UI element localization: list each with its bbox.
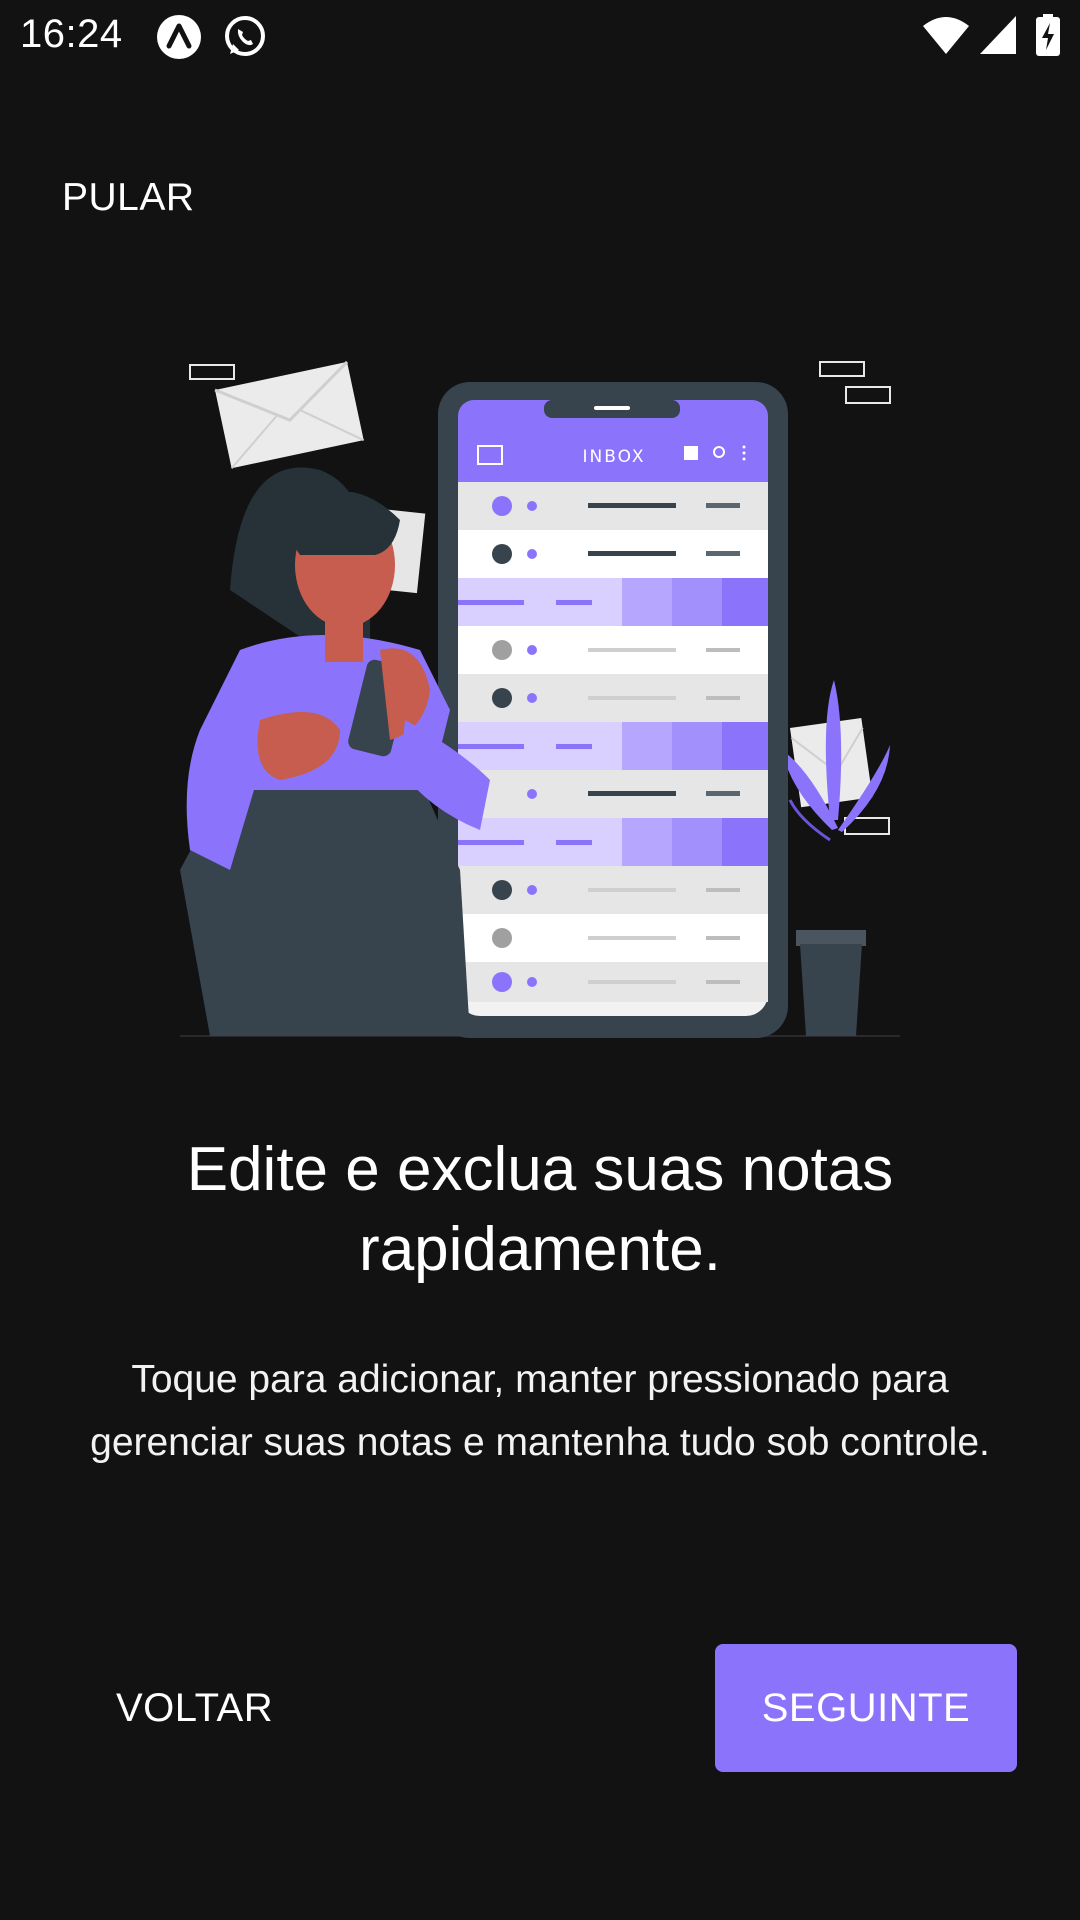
inbox-phone-illustration: INBOX [180, 360, 900, 1038]
arc-app-icon [157, 15, 201, 59]
back-button[interactable]: VOLTAR [116, 1686, 273, 1731]
status-bar: 16:24 [0, 0, 1080, 72]
cellular-signal-icon [980, 16, 1016, 54]
onboarding-description: Toque para adicionar, manter pressionado… [90, 1358, 990, 1464]
status-time: 16:24 [20, 12, 123, 56]
envelope-icon [214, 360, 365, 469]
wifi-icon [923, 17, 969, 54]
next-button[interactable]: SEGUINTE [715, 1644, 1017, 1772]
skip-button[interactable]: PULAR [62, 176, 195, 220]
whatsapp-icon [225, 16, 265, 56]
onboarding-headline: Edite e exclua suas notas rapidamente. [186, 1135, 894, 1284]
battery-charging-icon [1036, 14, 1060, 56]
phone-inbox-title: INBOX [582, 447, 645, 467]
phone-mockup: INBOX [438, 382, 788, 1038]
